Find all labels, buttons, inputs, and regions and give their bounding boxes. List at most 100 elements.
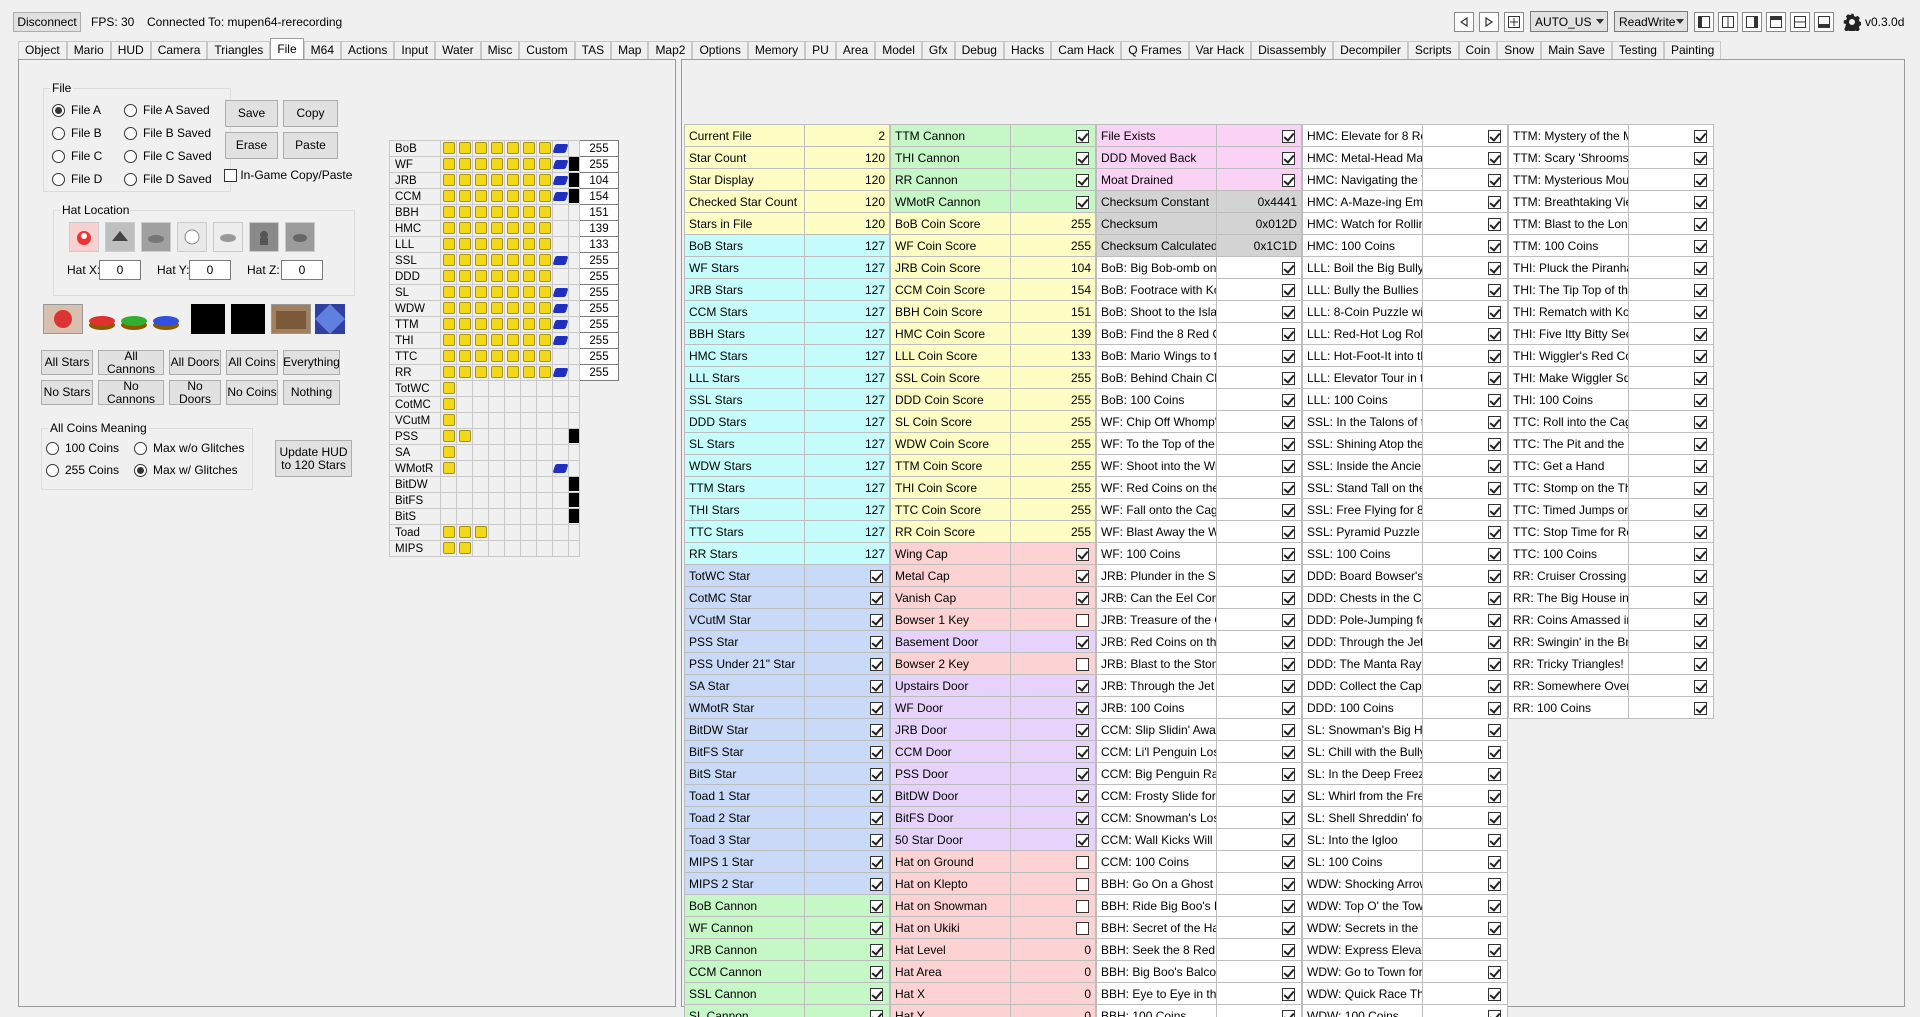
mario-hat-icon[interactable]	[69, 222, 99, 252]
star-cell[interactable]	[520, 444, 537, 461]
star-cell[interactable]	[504, 508, 521, 525]
file-radio-file-a[interactable]: File A	[52, 103, 101, 117]
row-checkbox-cell[interactable]	[804, 784, 890, 807]
star-cell[interactable]	[488, 508, 505, 525]
star-cell[interactable]	[536, 380, 553, 397]
row-checkbox-cell[interactable]	[1216, 542, 1302, 565]
door-cell[interactable]	[568, 140, 580, 157]
cannon-cell[interactable]	[552, 300, 569, 317]
blue-texture-icon[interactable]	[315, 304, 345, 334]
row-checkbox-cell[interactable]	[804, 894, 890, 917]
checkbox[interactable]	[1076, 701, 1089, 715]
star-cell[interactable]	[520, 156, 537, 173]
row-checkbox-cell[interactable]	[1010, 124, 1096, 147]
row-value[interactable]: 127	[804, 542, 890, 565]
row-checkbox-cell[interactable]	[1628, 234, 1714, 257]
layout-bottom-icon[interactable]	[1814, 12, 1834, 32]
star-cell[interactable]	[472, 460, 489, 477]
checkbox[interactable]	[1488, 701, 1501, 715]
checkbox[interactable]	[1282, 415, 1295, 429]
checkbox[interactable]	[870, 745, 883, 759]
checkbox[interactable]	[1488, 547, 1501, 561]
checkbox[interactable]	[1282, 679, 1295, 693]
star-cell[interactable]	[504, 268, 521, 285]
checkbox[interactable]	[1488, 679, 1501, 693]
row-checkbox-cell[interactable]	[1422, 256, 1508, 279]
star-cell[interactable]	[520, 492, 537, 509]
star-cell[interactable]	[504, 348, 521, 365]
star-cell[interactable]	[488, 172, 505, 189]
row-checkbox-cell[interactable]	[1216, 586, 1302, 609]
star-cell[interactable]	[440, 380, 457, 397]
row-checkbox-cell[interactable]	[1010, 586, 1096, 609]
row-checkbox-cell[interactable]	[1422, 806, 1508, 829]
checkbox[interactable]	[1282, 635, 1295, 649]
checkbox[interactable]	[1694, 239, 1707, 253]
star-cell[interactable]	[536, 364, 553, 381]
row-value[interactable]: 154	[1010, 278, 1096, 301]
row-checkbox-cell[interactable]	[804, 762, 890, 785]
star-cell[interactable]	[456, 156, 473, 173]
coins-radio-max-w-o-glitches[interactable]: Max w/o Glitches	[134, 441, 244, 455]
checkbox[interactable]	[1694, 195, 1707, 209]
checkbox[interactable]	[1694, 657, 1707, 671]
hat-x-input[interactable]: 0	[99, 260, 141, 280]
checkbox[interactable]	[1282, 921, 1295, 935]
cannon-cell[interactable]	[552, 524, 569, 541]
star-cell[interactable]	[456, 380, 473, 397]
checkbox[interactable]	[870, 855, 883, 869]
star-cell[interactable]	[520, 476, 537, 493]
cannon-cell[interactable]	[552, 252, 569, 269]
row-checkbox-cell[interactable]	[804, 696, 890, 719]
row-value[interactable]: 127	[804, 234, 890, 257]
checkbox[interactable]	[1694, 217, 1707, 231]
star-cell[interactable]	[488, 268, 505, 285]
star-cell[interactable]	[472, 252, 489, 269]
checkbox[interactable]	[1282, 855, 1295, 869]
cannon-cell[interactable]	[552, 508, 569, 525]
row-value[interactable]: 127	[804, 476, 890, 499]
star-cell[interactable]	[456, 460, 473, 477]
row-checkbox-cell[interactable]	[1422, 388, 1508, 411]
checkbox[interactable]	[1282, 701, 1295, 715]
row-checkbox-cell[interactable]	[1628, 498, 1714, 521]
row-checkbox-cell[interactable]	[1216, 146, 1302, 169]
checkbox[interactable]	[1488, 327, 1501, 341]
star-cell[interactable]	[440, 220, 457, 237]
checkbox[interactable]	[1694, 349, 1707, 363]
door-cell[interactable]	[568, 380, 580, 397]
checkbox[interactable]	[1282, 877, 1295, 891]
door-cell[interactable]	[568, 252, 580, 269]
star-cell[interactable]	[520, 300, 537, 317]
cannon-cell[interactable]	[552, 460, 569, 477]
checkbox[interactable]	[1076, 789, 1089, 803]
cannon-cell[interactable]	[552, 396, 569, 413]
tab-hacks[interactable]: Hacks	[1003, 41, 1052, 59]
row-checkbox-cell[interactable]	[1422, 696, 1508, 719]
star-cell[interactable]	[504, 284, 521, 301]
checkbox[interactable]	[1694, 569, 1707, 583]
checkbox[interactable]	[1694, 305, 1707, 319]
checkbox[interactable]	[1076, 635, 1089, 649]
door-cell[interactable]	[568, 188, 580, 205]
star-cell[interactable]	[472, 332, 489, 349]
star-cell[interactable]	[488, 540, 505, 557]
star-cell[interactable]	[520, 204, 537, 221]
tab-memory[interactable]: Memory	[747, 41, 806, 59]
layout-horizontal-icon[interactable]	[1790, 12, 1810, 32]
row-checkbox-cell[interactable]	[1628, 146, 1714, 169]
layout-right-icon[interactable]	[1742, 12, 1762, 32]
checkbox[interactable]	[1488, 899, 1501, 913]
checkbox[interactable]	[1488, 525, 1501, 539]
star-cell[interactable]	[456, 284, 473, 301]
star-cell[interactable]	[520, 508, 537, 525]
row-checkbox-cell[interactable]	[1422, 784, 1508, 807]
row-checkbox-cell[interactable]	[804, 916, 890, 939]
row-checkbox-cell[interactable]	[1216, 1004, 1302, 1017]
checkbox[interactable]	[1282, 723, 1295, 737]
cannon-cell[interactable]	[552, 476, 569, 493]
checkbox[interactable]	[1488, 591, 1501, 605]
star-cell[interactable]	[536, 252, 553, 269]
checkbox[interactable]	[1694, 591, 1707, 605]
no-coins-button[interactable]: No Coins	[226, 380, 278, 405]
